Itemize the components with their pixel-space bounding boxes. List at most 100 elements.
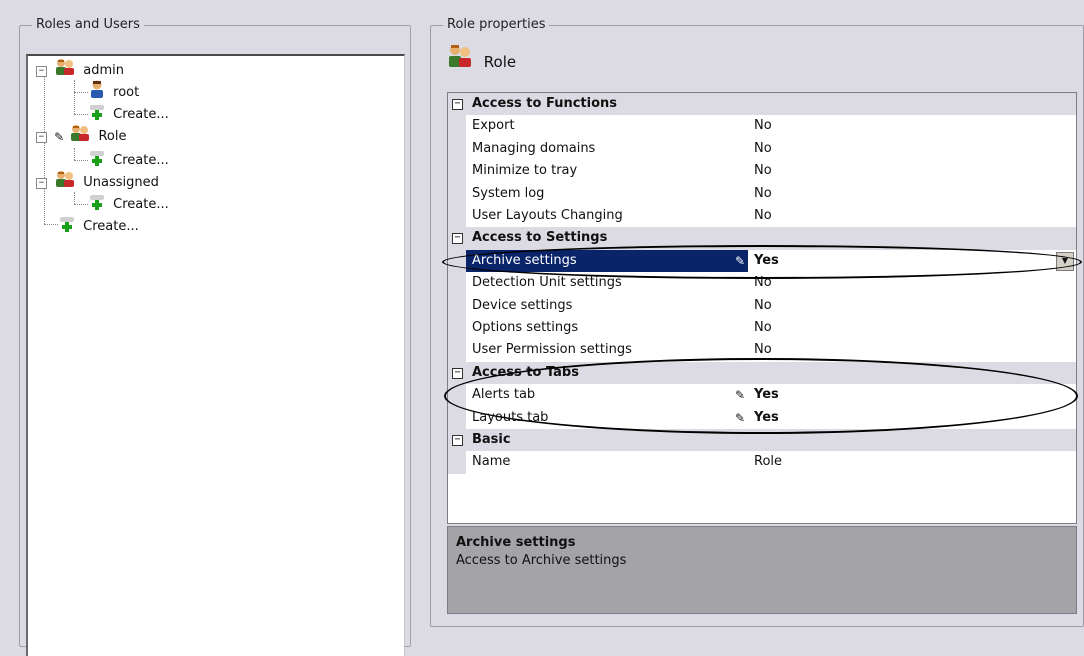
- property-name: System log: [472, 185, 545, 201]
- property-description-panel: Archive settings Access to Archive setti…: [447, 526, 1077, 614]
- collapse-toggle[interactable]: −: [36, 65, 47, 77]
- category-basic[interactable]: − Basic: [448, 429, 1076, 452]
- property-row-export[interactable]: Export No: [448, 115, 1076, 138]
- users-group-icon: [447, 44, 473, 81]
- property-name: Detection Unit settings: [472, 275, 622, 291]
- property-name: Alerts tab: [472, 387, 536, 403]
- collapse-toggle[interactable]: −: [36, 177, 47, 189]
- property-row-name[interactable]: Name Role: [448, 451, 1076, 474]
- property-row-layouts-tab[interactable]: Layouts tab ✎ Yes: [448, 406, 1076, 429]
- row-margin: [448, 205, 466, 228]
- collapse-toggle[interactable]: −: [36, 131, 47, 143]
- row-margin: [448, 182, 466, 205]
- tree-node-label: Create...: [83, 219, 139, 234]
- tree-node-role[interactable]: − ✎ Role: [36, 124, 127, 146]
- role-header: Role: [447, 44, 516, 80]
- property-name: Export: [472, 118, 515, 134]
- tree-line: [74, 204, 88, 205]
- property-row-alerts-tab[interactable]: Alerts tab ✎ Yes: [448, 384, 1076, 407]
- tree-node-label: Create...: [113, 153, 169, 168]
- property-row-user-permission-settings[interactable]: User Permission settings No: [448, 339, 1076, 362]
- row-margin: [448, 115, 466, 138]
- tree-line: [74, 160, 88, 161]
- description-text: Access to Archive settings: [456, 553, 627, 568]
- property-grid[interactable]: − Access to Functions Export No Managing…: [447, 92, 1077, 524]
- property-row-system-log[interactable]: System log No: [448, 182, 1076, 205]
- property-value[interactable]: No: [754, 339, 772, 361]
- role-properties-title: Role properties: [443, 17, 550, 33]
- row-margin: [448, 294, 466, 317]
- row-margin: [448, 451, 466, 474]
- property-name: Layouts tab: [472, 409, 549, 425]
- category-label: Access to Functions: [472, 96, 618, 111]
- pencil-icon: ✎: [735, 253, 746, 268]
- property-name: Options settings: [472, 320, 579, 335]
- property-name: User Permission settings: [472, 342, 632, 358]
- users-group-icon: [54, 170, 76, 196]
- tree-node-admin[interactable]: − admin: [36, 58, 124, 80]
- property-name: Archive settings: [472, 252, 577, 268]
- category-label: Access to Settings: [472, 230, 608, 246]
- property-value[interactable]: No: [754, 295, 772, 317]
- property-value[interactable]: Yes: [754, 384, 779, 406]
- collapse-toggle[interactable]: −: [452, 99, 463, 110]
- tree-node-root[interactable]: root: [88, 80, 139, 102]
- property-value-combo[interactable]: Yes: [754, 250, 779, 272]
- role-header-label: Role: [483, 53, 517, 71]
- collapse-toggle[interactable]: −: [452, 367, 463, 379]
- roles-tree[interactable]: − admin root Create... − ✎ Role Create..…: [26, 54, 405, 656]
- property-name: User Layouts Changing: [472, 208, 623, 223]
- category-label: Basic: [472, 432, 511, 447]
- row-margin: [448, 384, 466, 407]
- users-group-icon: [54, 58, 76, 84]
- tree-node-create[interactable]: Create...: [88, 102, 169, 124]
- roles-users-groupbox: Roles and Users − admin root Create... −…: [19, 17, 411, 656]
- property-value[interactable]: No: [754, 138, 772, 160]
- tree-line: [74, 114, 88, 115]
- collapse-toggle[interactable]: −: [452, 233, 463, 245]
- property-name: Managing domains: [472, 140, 596, 156]
- property-value[interactable]: No: [754, 205, 772, 227]
- property-name: Device settings: [472, 297, 573, 313]
- category-access-to-functions[interactable]: − Access to Functions: [448, 93, 1076, 116]
- roles-users-title: Roles and Users: [32, 17, 144, 33]
- tree-line: [74, 80, 75, 114]
- property-row-device-settings[interactable]: Device settings No: [448, 294, 1076, 317]
- tree-node-label: Unassigned: [83, 175, 159, 190]
- tree-node-create[interactable]: Create...: [58, 214, 139, 236]
- tree-node-label: admin: [83, 63, 125, 78]
- tree-node-create[interactable]: Create...: [88, 192, 169, 214]
- property-row-options-settings[interactable]: Options settings No: [448, 317, 1076, 340]
- property-row-detection-unit-settings[interactable]: Detection Unit settings No: [448, 272, 1076, 295]
- chevron-down-icon[interactable]: ▼: [1056, 251, 1074, 271]
- row-margin: [448, 249, 466, 273]
- row-margin: [448, 406, 466, 429]
- category-access-to-settings[interactable]: − Access to Settings: [448, 227, 1076, 250]
- property-row-minimize-to-tray[interactable]: Minimize to tray No: [448, 160, 1076, 183]
- property-row-managing-domains[interactable]: Managing domains No: [448, 137, 1076, 161]
- row-margin: [448, 339, 466, 362]
- property-value[interactable]: No: [754, 317, 772, 339]
- property-value[interactable]: No: [754, 183, 772, 205]
- tree-node-label: root: [113, 85, 140, 100]
- description-title: Archive settings: [456, 535, 576, 550]
- property-value[interactable]: Yes: [754, 407, 779, 429]
- tree-node-unassigned[interactable]: − Unassigned: [36, 170, 159, 192]
- collapse-toggle[interactable]: −: [452, 435, 463, 446]
- tree-node-label: Create...: [113, 197, 169, 212]
- property-value[interactable]: Role: [754, 451, 782, 473]
- add-user-icon: [58, 214, 76, 240]
- pencil-icon: ✎: [735, 410, 746, 425]
- users-group-icon: [69, 124, 91, 150]
- role-properties-groupbox: Role properties Role − Access to Functio…: [430, 17, 1084, 627]
- row-margin: [448, 317, 466, 340]
- property-value[interactable]: No: [754, 115, 772, 137]
- tree-line: [44, 224, 58, 225]
- category-access-to-tabs[interactable]: − Access to Tabs: [448, 361, 1076, 385]
- property-row-archive-settings[interactable]: Archive settings ✎ Yes ▼: [448, 249, 1076, 273]
- tree-node-create[interactable]: Create...: [88, 148, 169, 170]
- property-value[interactable]: No: [754, 272, 772, 294]
- tree-node-label: Role: [98, 129, 127, 144]
- property-row-user-layouts-changing[interactable]: User Layouts Changing No: [448, 205, 1076, 228]
- property-value[interactable]: No: [754, 160, 772, 182]
